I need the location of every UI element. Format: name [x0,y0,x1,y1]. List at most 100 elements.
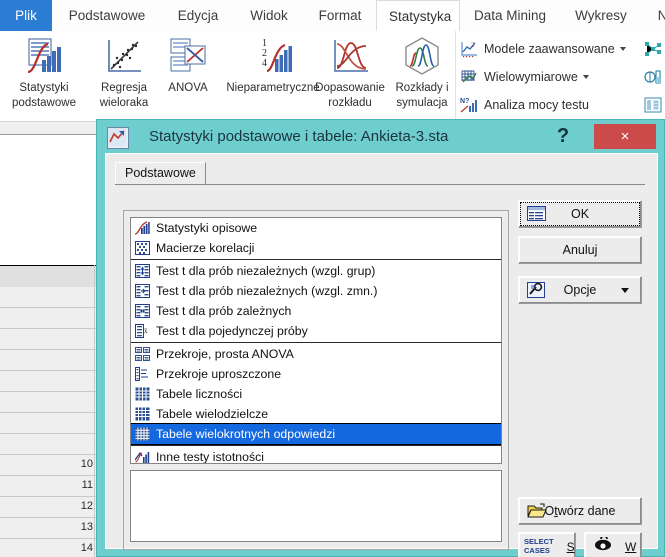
list-item-label: Test t dla pojedynczej próby [156,324,308,338]
ribbon-menu-power-analysis[interactable]: N? Analiza mocy testu [460,91,589,119]
list-separator [131,259,501,260]
analysis-list[interactable]: Statystyki opisowe Macierze korelacji Test… [130,217,502,464]
list-item-label: Tabele wielokrotnych odpowiedzi [156,427,336,441]
dialog-tab-strip: Podstawowe [115,162,645,185]
svg-text:x̄: x̄ [144,327,148,335]
ribbon-tab-format[interactable]: Format [304,0,376,31]
list-item[interactable]: Test t dla prób niezależnych (wzgl. grup… [131,261,501,281]
ribbon-button-label: Regresja [100,82,148,94]
help-button[interactable]: ? [552,123,574,149]
ribbon-menu-label: Modele zaawansowane [484,42,615,56]
chevron-down-icon [621,288,629,293]
nonparametrics-icon: 124 [250,34,296,80]
list-item-label: Macierze korelacji [156,241,255,255]
multiple-regression-icon [101,34,147,80]
list-item-label: Przekroje, prosta ANOVA [156,347,294,361]
t-test-single-sample-icon: x̄ [135,323,151,339]
chevron-down-icon [582,75,589,79]
ribbon-button-label-line2: podstawowe [12,97,76,109]
weight-button[interactable]: W [584,532,642,557]
list-item[interactable]: Test t dla prób zależnych [131,301,501,321]
t-test-independent-vars-icon [135,283,151,299]
open-data-label-accesskey: t [554,504,558,518]
list-item[interactable]: Macierze korelacji [131,238,501,258]
ribbon-button-basic-statistics[interactable]: Statystyki podstawowe [2,34,86,110]
select-cases-line2: CASES [524,545,550,555]
ribbon-menu-advanced-models[interactable]: 2 Modele zaawansowane [460,35,626,63]
advanced-models-icon: 2 [460,40,478,58]
list-description-panel [130,470,502,542]
spreadsheet-row-number: 14 [80,542,93,554]
list-item[interactable]: Test t dla prób niezależnych (wzgl. zmn.… [131,281,501,301]
list-separator [131,342,501,343]
crosstabulation-tables-icon [135,407,151,422]
svg-text:N?: N? [460,98,469,105]
select-cases-button[interactable]: SELECT CASES S [518,532,576,557]
cancel-button[interactable]: Anuluj [518,236,642,264]
open-data-button[interactable]: Otwórz dane [518,497,642,525]
ribbon-tab-statystyka[interactable]: Statystyka [376,0,460,31]
ribbon-tab-podstawowe[interactable]: Podstawowe [52,0,162,31]
ribbon-tab-plik[interactable]: Plik [0,0,52,31]
ribbon-tab-bar: Plik Podstawowe Edycja Widok Format Statystyk… [0,0,665,32]
select-cases-shortcut: S [566,539,575,554]
cancel-button-label: Anuluj [562,243,598,257]
close-button[interactable]: × [594,124,656,149]
list-item[interactable]: Inne testy istotności [131,447,501,464]
other-significance-tests-icon [134,450,151,464]
list-item-label: Statystyki opisowe [156,221,258,235]
open-folder-icon [527,503,547,519]
ribbon-button-anova[interactable]: ANOVA [160,34,216,95]
ribbon-tab-widok[interactable]: Widok [234,0,304,31]
list-item[interactable]: Przekroje, prosta ANOVA [131,344,501,364]
list-item-label: Tabele wielodzielcze [156,407,269,421]
basic-statistics-icon [21,34,67,80]
spreadsheet-row-number: 11 [81,479,93,491]
list-item[interactable]: x̄ Test t dla pojedynczej próby [131,321,501,341]
ribbon-tab-edycja[interactable]: Edycja [162,0,234,31]
t-test-dependent-icon [135,303,151,319]
list-item[interactable]: Statystyki opisowe [131,218,501,238]
breakdown-simplified-icon [135,366,151,382]
statistica-application-window: 10 11 12 13 14 Plik Podstawowe Edycja Widok Form… [0,0,665,557]
list-item-label: Test t dla prób niezależnych (wzgl. grup… [156,264,376,278]
weight-icon [592,535,614,556]
ribbon-tab-wykresy[interactable]: Wykresy [560,0,642,31]
ribbon-menu-label: Wielowymiarowe [484,70,578,84]
ok-button-label: OK [570,207,590,221]
ribbon-button-multiple-regression[interactable]: Regresja wieloraka [88,34,160,110]
ribbon-menu-group-advanced: 2 Modele zaawansowane Wielowymiarowe N? Anal… [455,31,665,121]
options-button[interactable]: Opcje [518,276,642,304]
ribbon-tab-data-mining[interactable]: Data Mining [460,0,560,31]
spreadsheet-column-separator [94,265,95,557]
ok-button[interactable]: OK [518,200,642,228]
dialog-title-bar[interactable]: Statystyki podstawowe i tabele: Ankieta-… [97,120,664,154]
list-item[interactable]: Przekroje uproszczone [131,364,501,384]
list-item-label: Przekroje uproszczone [156,367,282,381]
frequency-tables-icon [135,387,151,402]
blocks-icon[interactable] [644,96,662,114]
list-item-label: Test t dla prób niezależnych (wzgl. zmn.… [156,284,378,298]
ribbon-menu-multivariate[interactable]: Wielowymiarowe [460,63,589,91]
ribbon-tab-narz[interactable]: Narz [642,0,665,31]
spreadsheet-row-number: 10 [80,458,93,470]
variance-components-icon[interactable] [644,68,662,86]
svg-text:2: 2 [471,41,475,49]
list-item-label: Inne testy istotności [156,450,264,464]
ribbon-button-label: Rozkłady i [395,82,449,94]
list-item[interactable]: Tabele wielokrotnych odpowiedzi [131,423,501,445]
ribbon-button-label-line2: symulacja [396,97,448,109]
basic-statistics-dialog: Statystyki podstawowe i tabele: Ankieta-… [96,119,665,557]
t-test-independent-groups-icon [135,263,151,279]
ribbon-menu-label: Analiza mocy testu [484,98,589,112]
ok-grid-icon [527,206,547,222]
list-item[interactable]: Tabele wielodzielcze [131,404,501,424]
weight-shortcut: W [625,539,637,554]
ribbon-button-distributions-simulation[interactable]: Rozkłady i symulacja [384,34,460,110]
statistics-dialog-icon [107,127,129,149]
network-graph-icon[interactable] [644,40,662,58]
options-button-label: Opcje [563,283,597,297]
tab-podstawowe[interactable]: Podstawowe [115,162,206,184]
svg-text:4: 4 [262,58,267,69]
list-item[interactable]: Tabele liczności [131,384,501,404]
